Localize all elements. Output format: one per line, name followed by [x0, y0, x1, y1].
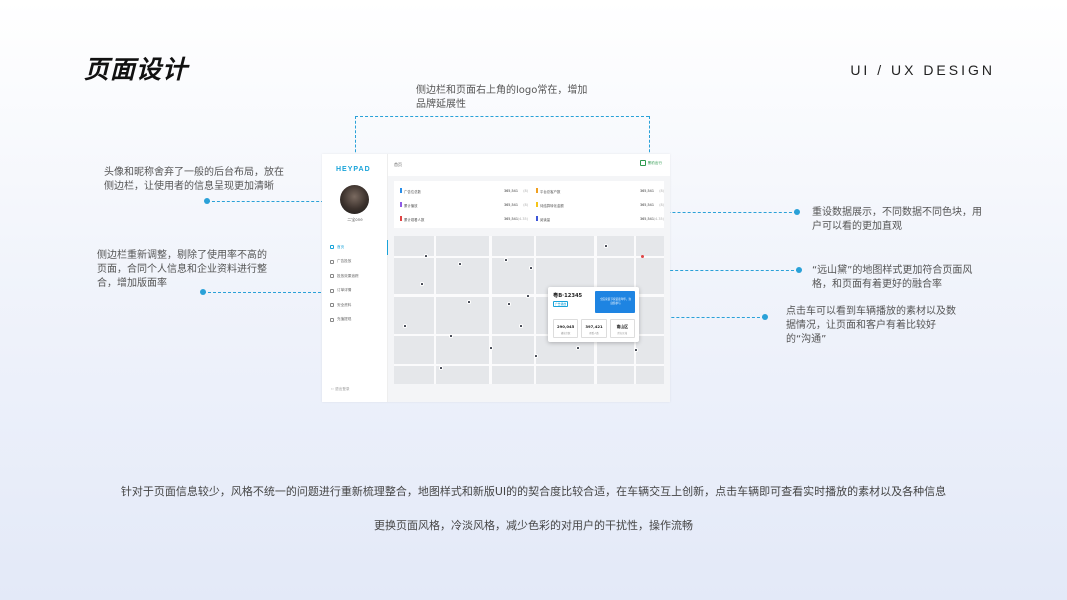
map-note: “远山黛”的地图样式更加符合页面风 格，和页面有着更好的融合率: [812, 265, 973, 290]
sidebar-item-home[interactable]: 首页: [329, 240, 388, 255]
data-note: 重设数据展示，不同数据不同色块，用 户可以看的更加直观: [812, 207, 982, 232]
avatar-note: 头像和昵称舍弃了一般的后台布局，放在 侧边栏，让使用者的信息呈现更加清晰: [104, 167, 284, 192]
connector-map: [650, 270, 799, 271]
car-icon[interactable]: [634, 348, 638, 352]
car-icon[interactable]: [467, 300, 471, 304]
vehicle-stat: 397,421 观看人数: [581, 319, 607, 338]
stat-card: 待结算转化金额 365,541 (8): [536, 199, 664, 211]
monitor-icon: [330, 245, 334, 250]
connector-sidebar: [203, 292, 331, 293]
stat-card: 累计播放 365,541 (8): [400, 199, 528, 211]
car-icon[interactable]: [449, 334, 453, 338]
design-tag: UI / UX DESIGN: [850, 62, 995, 78]
stat-card: 累计观看人数 365,541 (4.35): [400, 213, 528, 225]
connector-dot: [200, 289, 206, 295]
car-icon[interactable]: [534, 354, 538, 358]
dashboard-mockup: HEYPAD 二宝one 首页 广告投放 投放效果追踪 订单详情 安全资料 充值…: [322, 154, 670, 402]
sidebar-item-tracking[interactable]: 投放效果追踪: [329, 269, 388, 284]
car-icon[interactable]: [576, 346, 580, 350]
vehicle-map[interactable]: 粤B·12345 广告播放 全民家装节家装嘉年华，欢迎您参与 290,045 播放…: [394, 236, 664, 384]
page-title: 页面设计: [84, 55, 189, 84]
car-icon[interactable]: [504, 258, 508, 262]
car-icon[interactable]: [424, 254, 428, 258]
connector-dot: [204, 198, 210, 204]
shield-icon: [330, 303, 334, 308]
megaphone-icon: [330, 259, 334, 264]
avatar[interactable]: [340, 185, 369, 214]
nickname: 二宝one: [347, 217, 363, 222]
stat-card: 广告位总数 365,541 (8): [400, 185, 528, 197]
connector-dot: [762, 314, 768, 320]
stat-card: 平台总客户数 365,541 (8): [536, 185, 664, 197]
breadcrumb: 首页: [394, 162, 402, 167]
connector-dot: [794, 209, 800, 215]
car-icon[interactable]: [420, 282, 424, 286]
vehicle-stat: 290,045 播放次数: [553, 319, 579, 338]
car-icon[interactable]: [439, 366, 443, 370]
sidebar-item-orders[interactable]: 订单详情: [329, 284, 388, 299]
vehicle-stats: 290,045 播放次数 397,421 观看人数 南山区 所在区域: [553, 319, 635, 338]
sidebar-item-recharge[interactable]: 充值提现: [329, 313, 388, 328]
sidebar-note: 侧边栏重新调整，剔除了使用率不高的 页面，合同个人信息和企业资料进行整 合，增加…: [97, 250, 267, 289]
wallet-icon: [330, 317, 334, 322]
connector-logo-left: [355, 116, 356, 157]
car-icon[interactable]: [526, 294, 530, 298]
connector-logo-top: [355, 116, 649, 117]
stats-panel: 广告位总数 365,541 (8) 平台总客户数 365,541 (8) 累计播放 365…: [394, 181, 664, 228]
plate-number: 粤B·12345: [553, 293, 583, 299]
vehicle-popup[interactable]: 粤B·12345 广告播放 全民家装节家装嘉年华，欢迎您参与 290,045 播放…: [548, 287, 639, 342]
status-badge: 广告播放: [553, 301, 569, 307]
car-icon[interactable]: [519, 324, 523, 328]
sidebar-menu: 首页 广告投放 投放效果追踪 订单详情 安全资料 充值提现: [329, 240, 388, 327]
sidebar-item-security[interactable]: 安全资料: [329, 298, 388, 313]
car-icon[interactable]: [403, 324, 407, 328]
brand-logo: 黑豹出行: [639, 160, 662, 166]
connector-dot: [796, 267, 802, 273]
stat-card: 阅读量 365,541 (4.35): [536, 213, 664, 225]
vehicle-stat: 南山区 所在区域: [609, 319, 635, 338]
summary-line-1: 针对于页面信息较少，风格不统一的问题进行重新梳理整合，地图样式和新版UI的的契合…: [120, 485, 947, 498]
location-pin-icon: [641, 255, 644, 258]
logo-note: 侧边栏和页面右上角的logo常在，增加 品牌延展性: [416, 85, 588, 110]
logout-button[interactable]: ⇦ 退出登录: [331, 387, 350, 392]
car-note: 点击车可以看到车辆播放的素材以及数 据情况，让页面和客户有着比较好 的“沟通”: [786, 306, 956, 345]
mock-topbar: 首页 黑豹出行: [388, 154, 670, 176]
car-icon[interactable]: [604, 244, 608, 248]
car-icon[interactable]: [507, 302, 511, 306]
car-icon[interactable]: [458, 262, 462, 266]
ad-preview[interactable]: 全民家装节家装嘉年华，欢迎您参与: [595, 291, 635, 313]
car-icon[interactable]: [529, 266, 533, 270]
order-icon: [330, 288, 334, 293]
heypad-logo: HEYPAD: [336, 166, 371, 173]
brand-icon: [639, 160, 646, 166]
sidebar-item-ads[interactable]: 广告投放: [329, 255, 388, 270]
connector-logo-right: [649, 116, 650, 157]
mock-sidebar: HEYPAD 二宝one 首页 广告投放 投放效果追踪 订单详情 安全资料 充值…: [322, 154, 388, 402]
chart-icon: [330, 274, 334, 279]
car-icon[interactable]: [489, 346, 493, 350]
connector-avatar: [207, 201, 339, 202]
summary-line-2: 更换页面风格，冷淡风格，减少色彩的对用户的干扰性，操作流畅: [374, 519, 693, 532]
